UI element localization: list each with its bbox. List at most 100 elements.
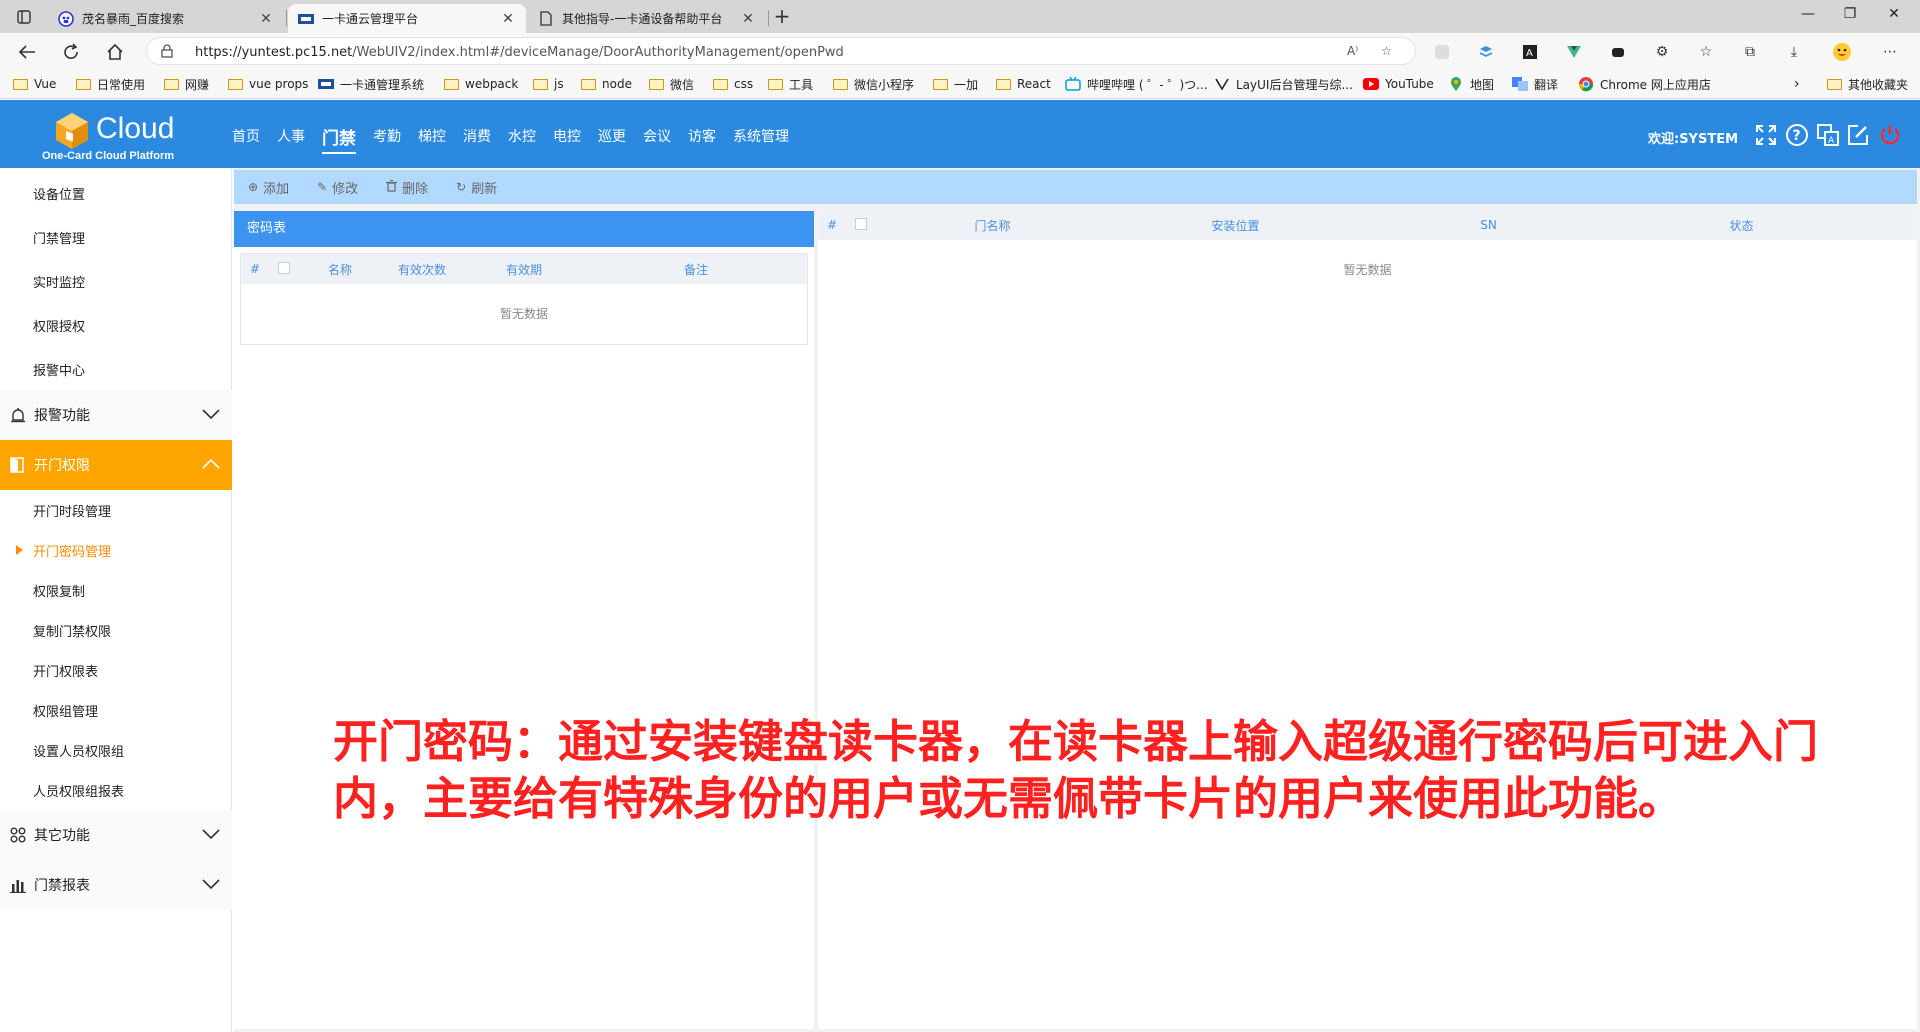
select-all-checkbox[interactable]: [846, 217, 876, 233]
sidebar-group-alarm[interactable]: 报警功能: [0, 390, 232, 440]
lock-icon[interactable]: [161, 44, 173, 61]
column-door-name[interactable]: 门名称: [876, 217, 1109, 234]
other-bookmarks[interactable]: 其他收藏夹: [1826, 75, 1908, 93]
nav-system[interactable]: 系统管理: [733, 126, 789, 149]
close-tab-icon[interactable]: ✕: [258, 11, 274, 27]
delete-button[interactable]: 删除: [386, 178, 428, 197]
read-aloud-icon[interactable]: A⁾: [1347, 44, 1365, 60]
nav-water[interactable]: 水控: [508, 126, 536, 149]
nav-hr[interactable]: 人事: [277, 126, 305, 149]
bookmark-item[interactable]: webpack: [443, 75, 518, 93]
bookmark-item[interactable]: LayUI后台管理与综...: [1214, 75, 1353, 93]
extension-grey-icon[interactable]: [1432, 42, 1452, 62]
bookmark-item[interactable]: 一加: [932, 75, 978, 93]
app-logo[interactable]: Cloud One-Card Cloud Platform: [42, 110, 192, 166]
select-all-checkbox[interactable]: [269, 261, 299, 277]
restore-button[interactable]: ❐: [1830, 6, 1870, 28]
bookmark-item[interactable]: 微信: [648, 75, 694, 93]
sidebar-item-device-location[interactable]: 设备位置: [0, 171, 232, 215]
refresh-button[interactable]: ↻ 刷新: [456, 178, 497, 197]
bookmark-item[interactable]: Vue: [12, 75, 56, 93]
bookmark-item[interactable]: 网赚: [163, 75, 209, 93]
close-tab-icon[interactable]: ✕: [500, 11, 516, 27]
more-menu-icon[interactable]: ⋯: [1880, 42, 1900, 62]
bookmark-item[interactable]: 日常使用: [75, 75, 145, 93]
nav-consumption[interactable]: 消费: [463, 126, 491, 149]
close-window-button[interactable]: ✕: [1874, 6, 1914, 28]
help-icon[interactable]: ?: [1784, 122, 1810, 148]
nav-electric[interactable]: 电控: [553, 126, 581, 149]
column-status[interactable]: 状态: [1615, 217, 1868, 234]
tab-actions-icon[interactable]: [10, 6, 38, 28]
fullscreen-icon[interactable]: [1753, 122, 1779, 148]
bookmark-item[interactable]: 工具: [767, 75, 813, 93]
bookmark-item[interactable]: 一卡通管理系统: [318, 75, 424, 93]
downloads-icon[interactable]: ⤓: [1784, 42, 1804, 62]
reload-button[interactable]: [58, 39, 84, 65]
bookmark-item[interactable]: 哔哩哔哩 ( ゜- ゜)つ...: [1065, 75, 1208, 93]
column-valid-count[interactable]: 有效次数: [381, 261, 463, 278]
bookmark-item[interactable]: Chrome 网上应用店: [1578, 75, 1711, 93]
sidebar-group-other[interactable]: 其它功能: [0, 810, 232, 860]
bookmark-item[interactable]: 微信小程序: [832, 75, 914, 93]
extension-mask-icon[interactable]: [1608, 42, 1628, 62]
bookmark-item[interactable]: vue props: [227, 75, 308, 93]
nav-patrol[interactable]: 巡更: [598, 126, 626, 149]
sidebar-item-open-password[interactable]: 开门密码管理: [0, 530, 232, 570]
column-install-location[interactable]: 安装位置: [1109, 217, 1362, 234]
address-bar[interactable]: https://yuntest.pc15.net/WebUIV2/index.h…: [146, 37, 1416, 65]
sidebar-item-door-management[interactable]: 门禁管理: [0, 215, 232, 259]
favorites-icon[interactable]: ☆: [1696, 42, 1716, 62]
edit-profile-icon[interactable]: [1845, 122, 1871, 148]
minimize-button[interactable]: —: [1788, 6, 1828, 28]
address-url[interactable]: https://yuntest.pc15.net/WebUIV2/index.h…: [195, 45, 844, 60]
sidebar-item-realtime-monitor[interactable]: 实时监控: [0, 259, 232, 303]
sidebar-item-alarm-center[interactable]: 报警中心: [0, 347, 232, 391]
bookmark-item[interactable]: 翻译: [1512, 75, 1558, 93]
column-validity[interactable]: 有效期: [463, 261, 585, 278]
sidebar-item-permission-copy[interactable]: 权限复制: [0, 570, 232, 610]
sidebar-group-report[interactable]: 门禁报表: [0, 860, 232, 910]
collections-icon[interactable]: ⧉: [1740, 42, 1760, 62]
bookmark-item[interactable]: YouTube: [1363, 75, 1434, 93]
back-button[interactable]: [14, 39, 40, 65]
close-tab-icon[interactable]: ✕: [740, 11, 756, 27]
browser-tab-cloud[interactable]: 一卡通云管理平台 ✕: [288, 4, 526, 33]
bookmarks-overflow-chevron-icon[interactable]: ›: [1794, 75, 1800, 93]
column-remark[interactable]: 备注: [585, 261, 807, 278]
nav-access-control[interactable]: 门禁: [322, 124, 356, 154]
vue-devtools-icon[interactable]: [1564, 42, 1584, 62]
bookmark-item[interactable]: React: [995, 75, 1051, 93]
bookmark-item[interactable]: css: [712, 75, 753, 93]
bookmark-item[interactable]: 地图: [1448, 75, 1494, 93]
column-sn[interactable]: SN: [1362, 218, 1615, 232]
extensions-puzzle-icon[interactable]: ⚙: [1652, 42, 1672, 62]
bookmark-item[interactable]: node: [580, 75, 632, 93]
profile-avatar-icon[interactable]: [1832, 42, 1852, 62]
sidebar-item-permission-group[interactable]: 权限组管理: [0, 690, 232, 730]
browser-tab-baidu[interactable]: 茂名暴雨_百度搜索 ✕: [48, 4, 284, 33]
edit-button[interactable]: ✎ 修改: [317, 178, 358, 197]
new-tab-button[interactable]: +: [770, 5, 794, 29]
nav-visitor[interactable]: 访客: [688, 126, 716, 149]
nav-elevator[interactable]: 梯控: [418, 126, 446, 149]
sidebar-item-permission-table[interactable]: 开门权限表: [0, 650, 232, 690]
sidebar-item-person-group-report[interactable]: 人员权限组报表: [0, 770, 232, 810]
browser-tab-help[interactable]: 其他指导-一卡通设备帮助平台 ✕: [528, 4, 766, 33]
sidebar-item-authorization[interactable]: 权限授权: [0, 303, 232, 347]
column-name[interactable]: 名称: [299, 261, 381, 278]
nav-meeting[interactable]: 会议: [643, 126, 671, 149]
nav-attendance[interactable]: 考勤: [373, 126, 401, 149]
add-button[interactable]: ⊕ 添加: [248, 178, 289, 197]
bookmark-item[interactable]: js: [532, 75, 564, 93]
favorite-star-icon[interactable]: ☆: [1381, 44, 1399, 60]
language-switch-icon[interactable]: A: [1815, 122, 1841, 148]
sidebar-item-copy-door-permission[interactable]: 复制门禁权限: [0, 610, 232, 650]
sidebar-item-set-person-group[interactable]: 设置人员权限组: [0, 730, 232, 770]
power-logout-icon[interactable]: [1877, 122, 1903, 148]
home-button[interactable]: [102, 39, 128, 65]
nav-home[interactable]: 首页: [232, 126, 260, 149]
sidebar-group-open-door-permission[interactable]: 开门权限: [0, 440, 232, 490]
extension-dark-icon[interactable]: A: [1520, 42, 1540, 62]
sidebar-item-open-period[interactable]: 开门时段管理: [0, 490, 232, 530]
